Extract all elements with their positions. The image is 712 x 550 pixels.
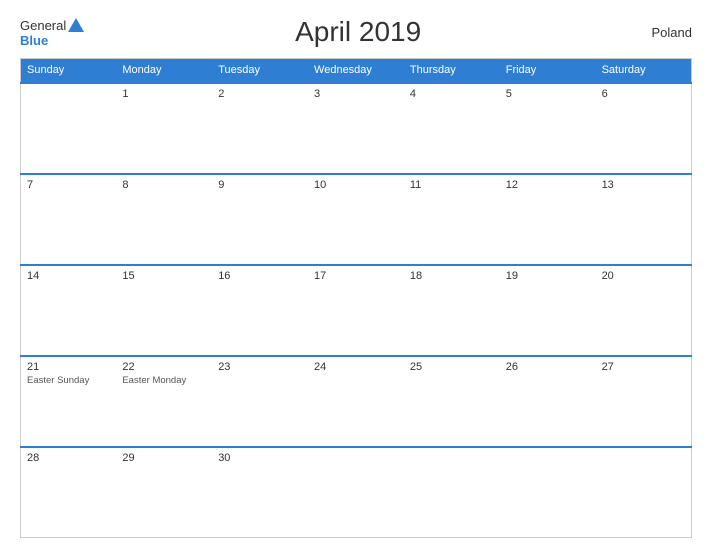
calendar-cell [596,447,692,538]
calendar-cell: 22 Easter Monday [116,356,212,447]
calendar-cell: 3 [308,83,404,174]
day-number: 28 [27,452,110,464]
calendar-week-4: 21 Easter Sunday 22 Easter Monday 23 24 25 26 27 [21,356,692,447]
calendar-cell: 17 [308,265,404,356]
day-number: 11 [410,179,494,191]
calendar-cell [21,83,117,174]
day-number: 12 [506,179,590,191]
calendar-title: April 2019 [84,16,632,48]
header: General Blue April 2019 Poland [20,16,692,48]
calendar-cell: 7 [21,174,117,265]
day-number: 4 [410,88,494,100]
calendar-cell: 16 [212,265,308,356]
day-number: 6 [602,88,685,100]
calendar-cell [500,447,596,538]
calendar-cell: 2 [212,83,308,174]
calendar-table: Sunday Monday Tuesday Wednesday Thursday… [20,58,692,538]
calendar-cell: 29 [116,447,212,538]
day-number: 22 [122,361,206,373]
col-sunday: Sunday [21,59,117,83]
col-tuesday: Tuesday [212,59,308,83]
day-number: 20 [602,270,685,282]
calendar-cell: 20 [596,265,692,356]
day-number: 30 [218,452,302,464]
calendar-cell: 19 [500,265,596,356]
day-number: 21 [27,361,110,373]
calendar-week-3: 14 15 16 17 18 19 20 [21,265,692,356]
day-number: 24 [314,361,398,373]
day-number: 10 [314,179,398,191]
day-number: 16 [218,270,302,282]
calendar-cell: 6 [596,83,692,174]
calendar-cell: 12 [500,174,596,265]
calendar-cell: 30 [212,447,308,538]
calendar-cell: 28 [21,447,117,538]
col-thursday: Thursday [404,59,500,83]
col-monday: Monday [116,59,212,83]
calendar-cell: 24 [308,356,404,447]
calendar-cell: 11 [404,174,500,265]
holiday-label: Easter Sunday [27,375,110,387]
day-number: 19 [506,270,590,282]
calendar-cell: 5 [500,83,596,174]
calendar-cell: 25 [404,356,500,447]
calendar-cell: 15 [116,265,212,356]
country-label: Poland [632,25,692,40]
day-number: 7 [27,179,110,191]
day-number: 8 [122,179,206,191]
calendar-cell: 23 [212,356,308,447]
day-number: 18 [410,270,494,282]
calendar-week-1: 123456 [21,83,692,174]
calendar-week-5: 28 29 30 [21,447,692,538]
calendar-cell: 14 [21,265,117,356]
day-number: 3 [314,88,398,100]
col-friday: Friday [500,59,596,83]
calendar-cell: 13 [596,174,692,265]
logo-blue: Blue [20,34,48,47]
calendar-cell: 21 Easter Sunday [21,356,117,447]
logo-triangle-icon [68,18,84,32]
calendar-cell: 18 [404,265,500,356]
calendar-cell: 26 [500,356,596,447]
day-number: 9 [218,179,302,191]
day-number: 15 [122,270,206,282]
calendar-cell: 1 [116,83,212,174]
holiday-label: Easter Monday [122,375,206,387]
day-number: 25 [410,361,494,373]
calendar-cell: 4 [404,83,500,174]
day-number: 27 [602,361,685,373]
day-number: 2 [218,88,302,100]
calendar-cell [308,447,404,538]
day-number: 17 [314,270,398,282]
day-number: 14 [27,270,110,282]
calendar-cell: 10 [308,174,404,265]
calendar-cell: 27 [596,356,692,447]
logo-general: General [20,19,66,32]
day-number: 26 [506,361,590,373]
day-number: 1 [122,88,206,100]
calendar-cell: 8 [116,174,212,265]
page: General Blue April 2019 Poland Sunday Mo… [0,0,712,550]
day-number: 13 [602,179,685,191]
col-wednesday: Wednesday [308,59,404,83]
calendar-cell [404,447,500,538]
weekday-header-row: Sunday Monday Tuesday Wednesday Thursday… [21,59,692,83]
day-number: 5 [506,88,590,100]
logo: General Blue [20,18,84,47]
calendar-week-2: 789 10 11 12 13 [21,174,692,265]
day-number: 29 [122,452,206,464]
col-saturday: Saturday [596,59,692,83]
day-number: 23 [218,361,302,373]
calendar-cell: 9 [212,174,308,265]
